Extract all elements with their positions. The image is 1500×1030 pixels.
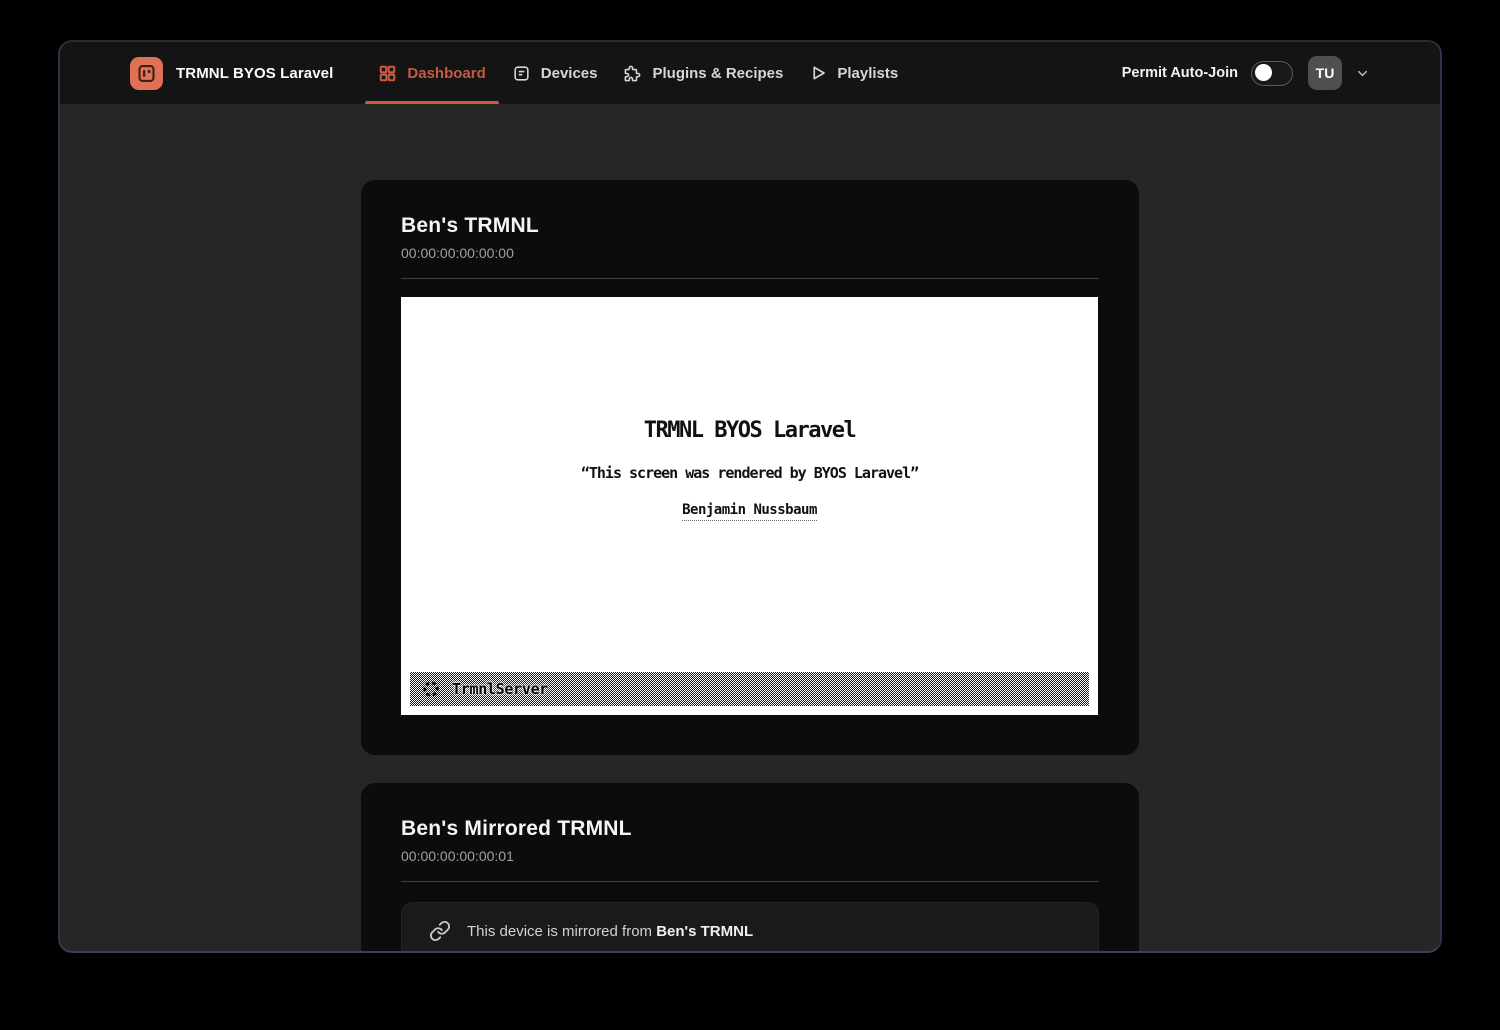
- trmnl-logo-icon: [130, 57, 163, 90]
- nav-item-playlists[interactable]: Playlists: [796, 42, 911, 104]
- screen-title: TRMNL BYOS Laravel: [644, 418, 855, 443]
- nav-item-label: Dashboard: [407, 65, 485, 82]
- puzzle-icon: [623, 64, 642, 83]
- nav-item-devices[interactable]: Devices: [499, 42, 611, 104]
- play-icon: [809, 64, 827, 82]
- devices-icon: [512, 64, 531, 83]
- permit-auto-join-toggle[interactable]: [1251, 61, 1293, 86]
- device-screen-preview: TRMNL BYOS Laravel “This screen was rend…: [401, 297, 1098, 715]
- mirror-notice: This device is mirrored from Ben's TRMNL: [401, 902, 1099, 951]
- divider: [401, 881, 1099, 882]
- chevron-down-icon[interactable]: [1355, 66, 1370, 81]
- mirror-source-name: Ben's TRMNL: [656, 923, 753, 940]
- device-mac: 00:00:00:00:00:01: [401, 848, 1099, 864]
- screen-content: TRMNL BYOS Laravel “This screen was rend…: [401, 418, 1098, 521]
- app-window: TRMNL BYOS Laravel Dashboard: [58, 40, 1442, 953]
- main-content: Ben's TRMNL 00:00:00:00:00:00 TRMNL BYOS…: [60, 104, 1440, 951]
- nav-right: Permit Auto-Join TU: [1122, 42, 1370, 104]
- device-name: Ben's TRMNL: [401, 214, 1099, 238]
- toggle-knob: [1255, 64, 1272, 81]
- screen-quote: “This screen was rendered by BYOS Larave…: [581, 464, 918, 482]
- screen-status-bar: TrmnlServer: [410, 672, 1089, 706]
- nav-item-label: Playlists: [837, 65, 898, 82]
- device-card: Ben's Mirrored TRMNL 00:00:00:00:00:01 T…: [361, 783, 1139, 951]
- device-mac: 00:00:00:00:00:00: [401, 245, 1099, 261]
- device-name: Ben's Mirrored TRMNL: [401, 817, 1099, 841]
- dashboard-grid-icon: [378, 64, 397, 83]
- user-avatar[interactable]: TU: [1308, 56, 1342, 90]
- nav-item-label: Plugins & Recipes: [652, 65, 783, 82]
- screen-status-label: TrmnlServer: [452, 680, 548, 698]
- divider: [401, 278, 1099, 279]
- top-nav: TRMNL BYOS Laravel Dashboard: [60, 42, 1440, 104]
- mirror-notice-text: This device is mirrored from Ben's TRMNL: [467, 923, 753, 940]
- nav-items: Dashboard Devices Plug: [365, 42, 911, 104]
- nav-item-dashboard[interactable]: Dashboard: [365, 42, 498, 104]
- nav-item-plugins-recipes[interactable]: Plugins & Recipes: [610, 42, 796, 104]
- nav-item-label: Devices: [541, 65, 598, 82]
- device-card: Ben's TRMNL 00:00:00:00:00:00 TRMNL BYOS…: [361, 180, 1139, 755]
- screen-author: Benjamin Nussbaum: [682, 502, 817, 521]
- link-icon: [429, 920, 451, 942]
- permit-auto-join-label: Permit Auto-Join: [1122, 65, 1238, 81]
- brand[interactable]: TRMNL BYOS Laravel: [130, 42, 333, 104]
- spinner-icon: [421, 679, 441, 699]
- brand-title: TRMNL BYOS Laravel: [176, 65, 333, 82]
